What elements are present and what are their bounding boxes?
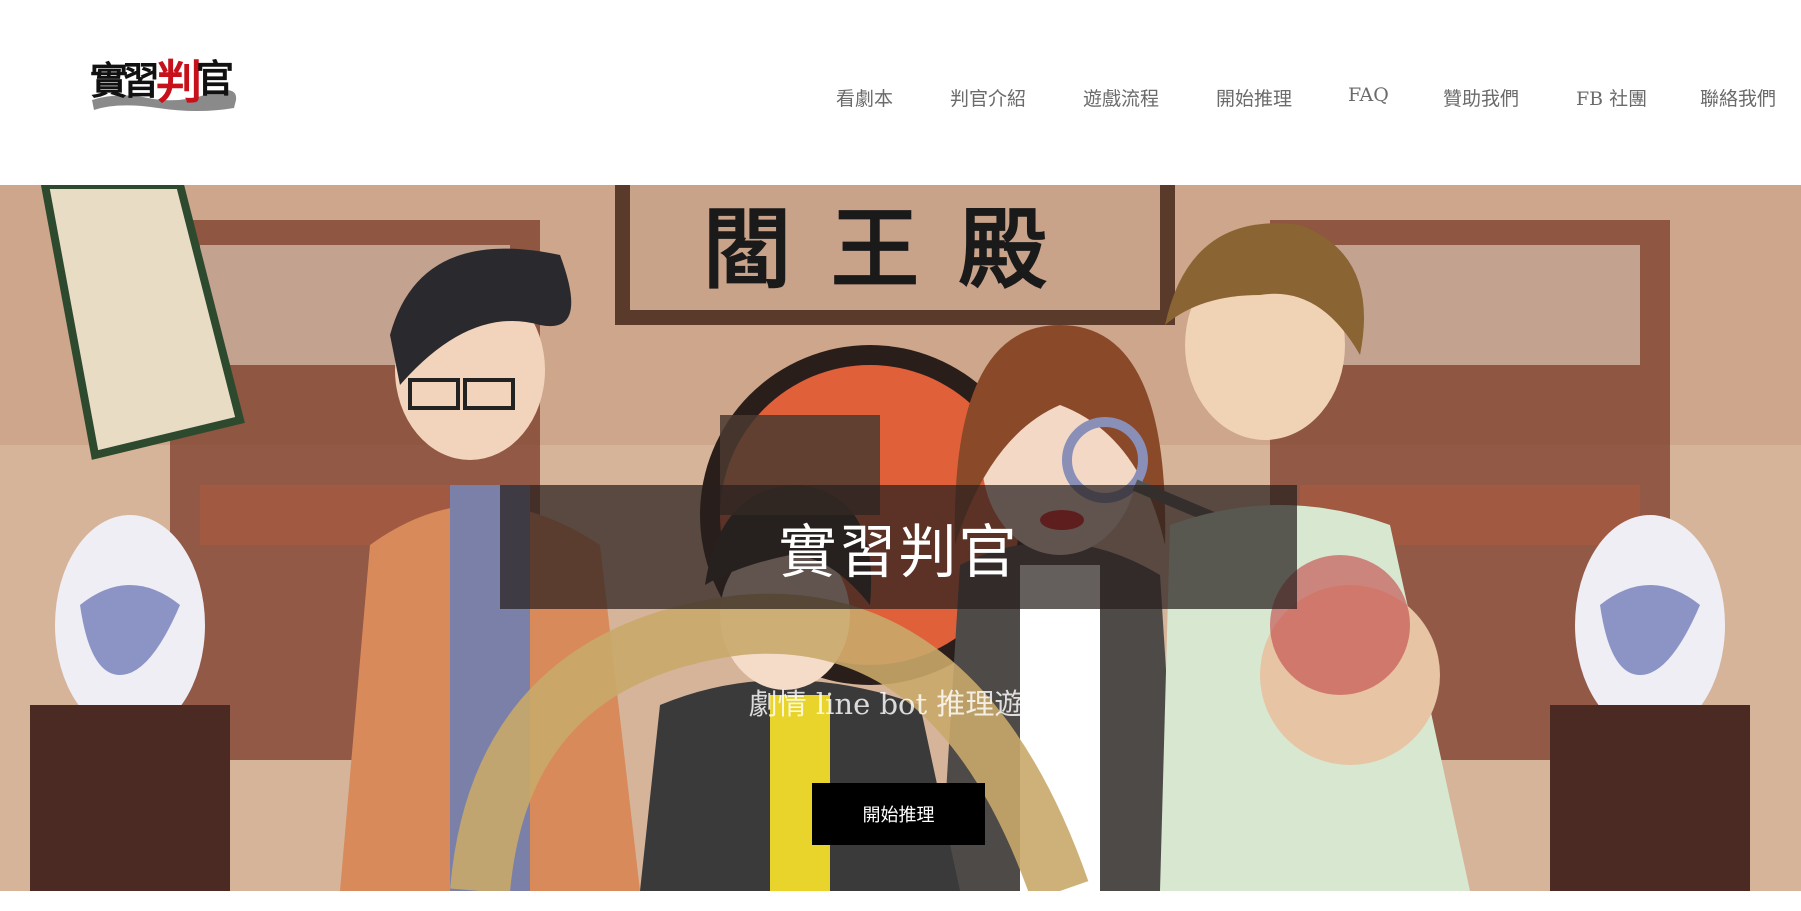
hero-subtitle: 劇情 line bot 推理遊戲 <box>748 687 1053 721</box>
hero-banner: 閻王殿 實習判官 劇情 line bot 推理遊戲 開始推理 <box>0 185 1801 891</box>
nav-item-contact[interactable]: 聯絡我們 <box>1700 84 1776 111</box>
hero-title: 實習判官 <box>778 518 1019 586</box>
nav-item-sponsor[interactable]: 贊助我們 <box>1443 84 1519 111</box>
main-nav: 看劇本 判官介紹 遊戲流程 開始推理 FAQ 贊助我們 FB 社團 聯絡我們 <box>0 84 1801 114</box>
nav-item-start[interactable]: 開始推理 <box>1216 84 1292 111</box>
nav-item-flow[interactable]: 遊戲流程 <box>1083 84 1159 111</box>
nav-item-faq[interactable]: FAQ <box>1348 84 1389 106</box>
plaque-text: 閻王殿 <box>703 197 1087 301</box>
hero-title-panel: 實習判官 <box>500 485 1297 609</box>
nav-item-judges[interactable]: 判官介紹 <box>950 84 1026 111</box>
nav-item-fb-group[interactable]: FB 社團 <box>1576 84 1647 111</box>
nav-item-script[interactable]: 看劇本 <box>836 84 893 111</box>
site-header: 實 習 判 官 看劇本 判官介紹 遊戲流程 開始推理 FAQ 贊助我們 FB 社… <box>0 0 1801 185</box>
start-reasoning-button[interactable]: 開始推理 <box>812 783 985 845</box>
